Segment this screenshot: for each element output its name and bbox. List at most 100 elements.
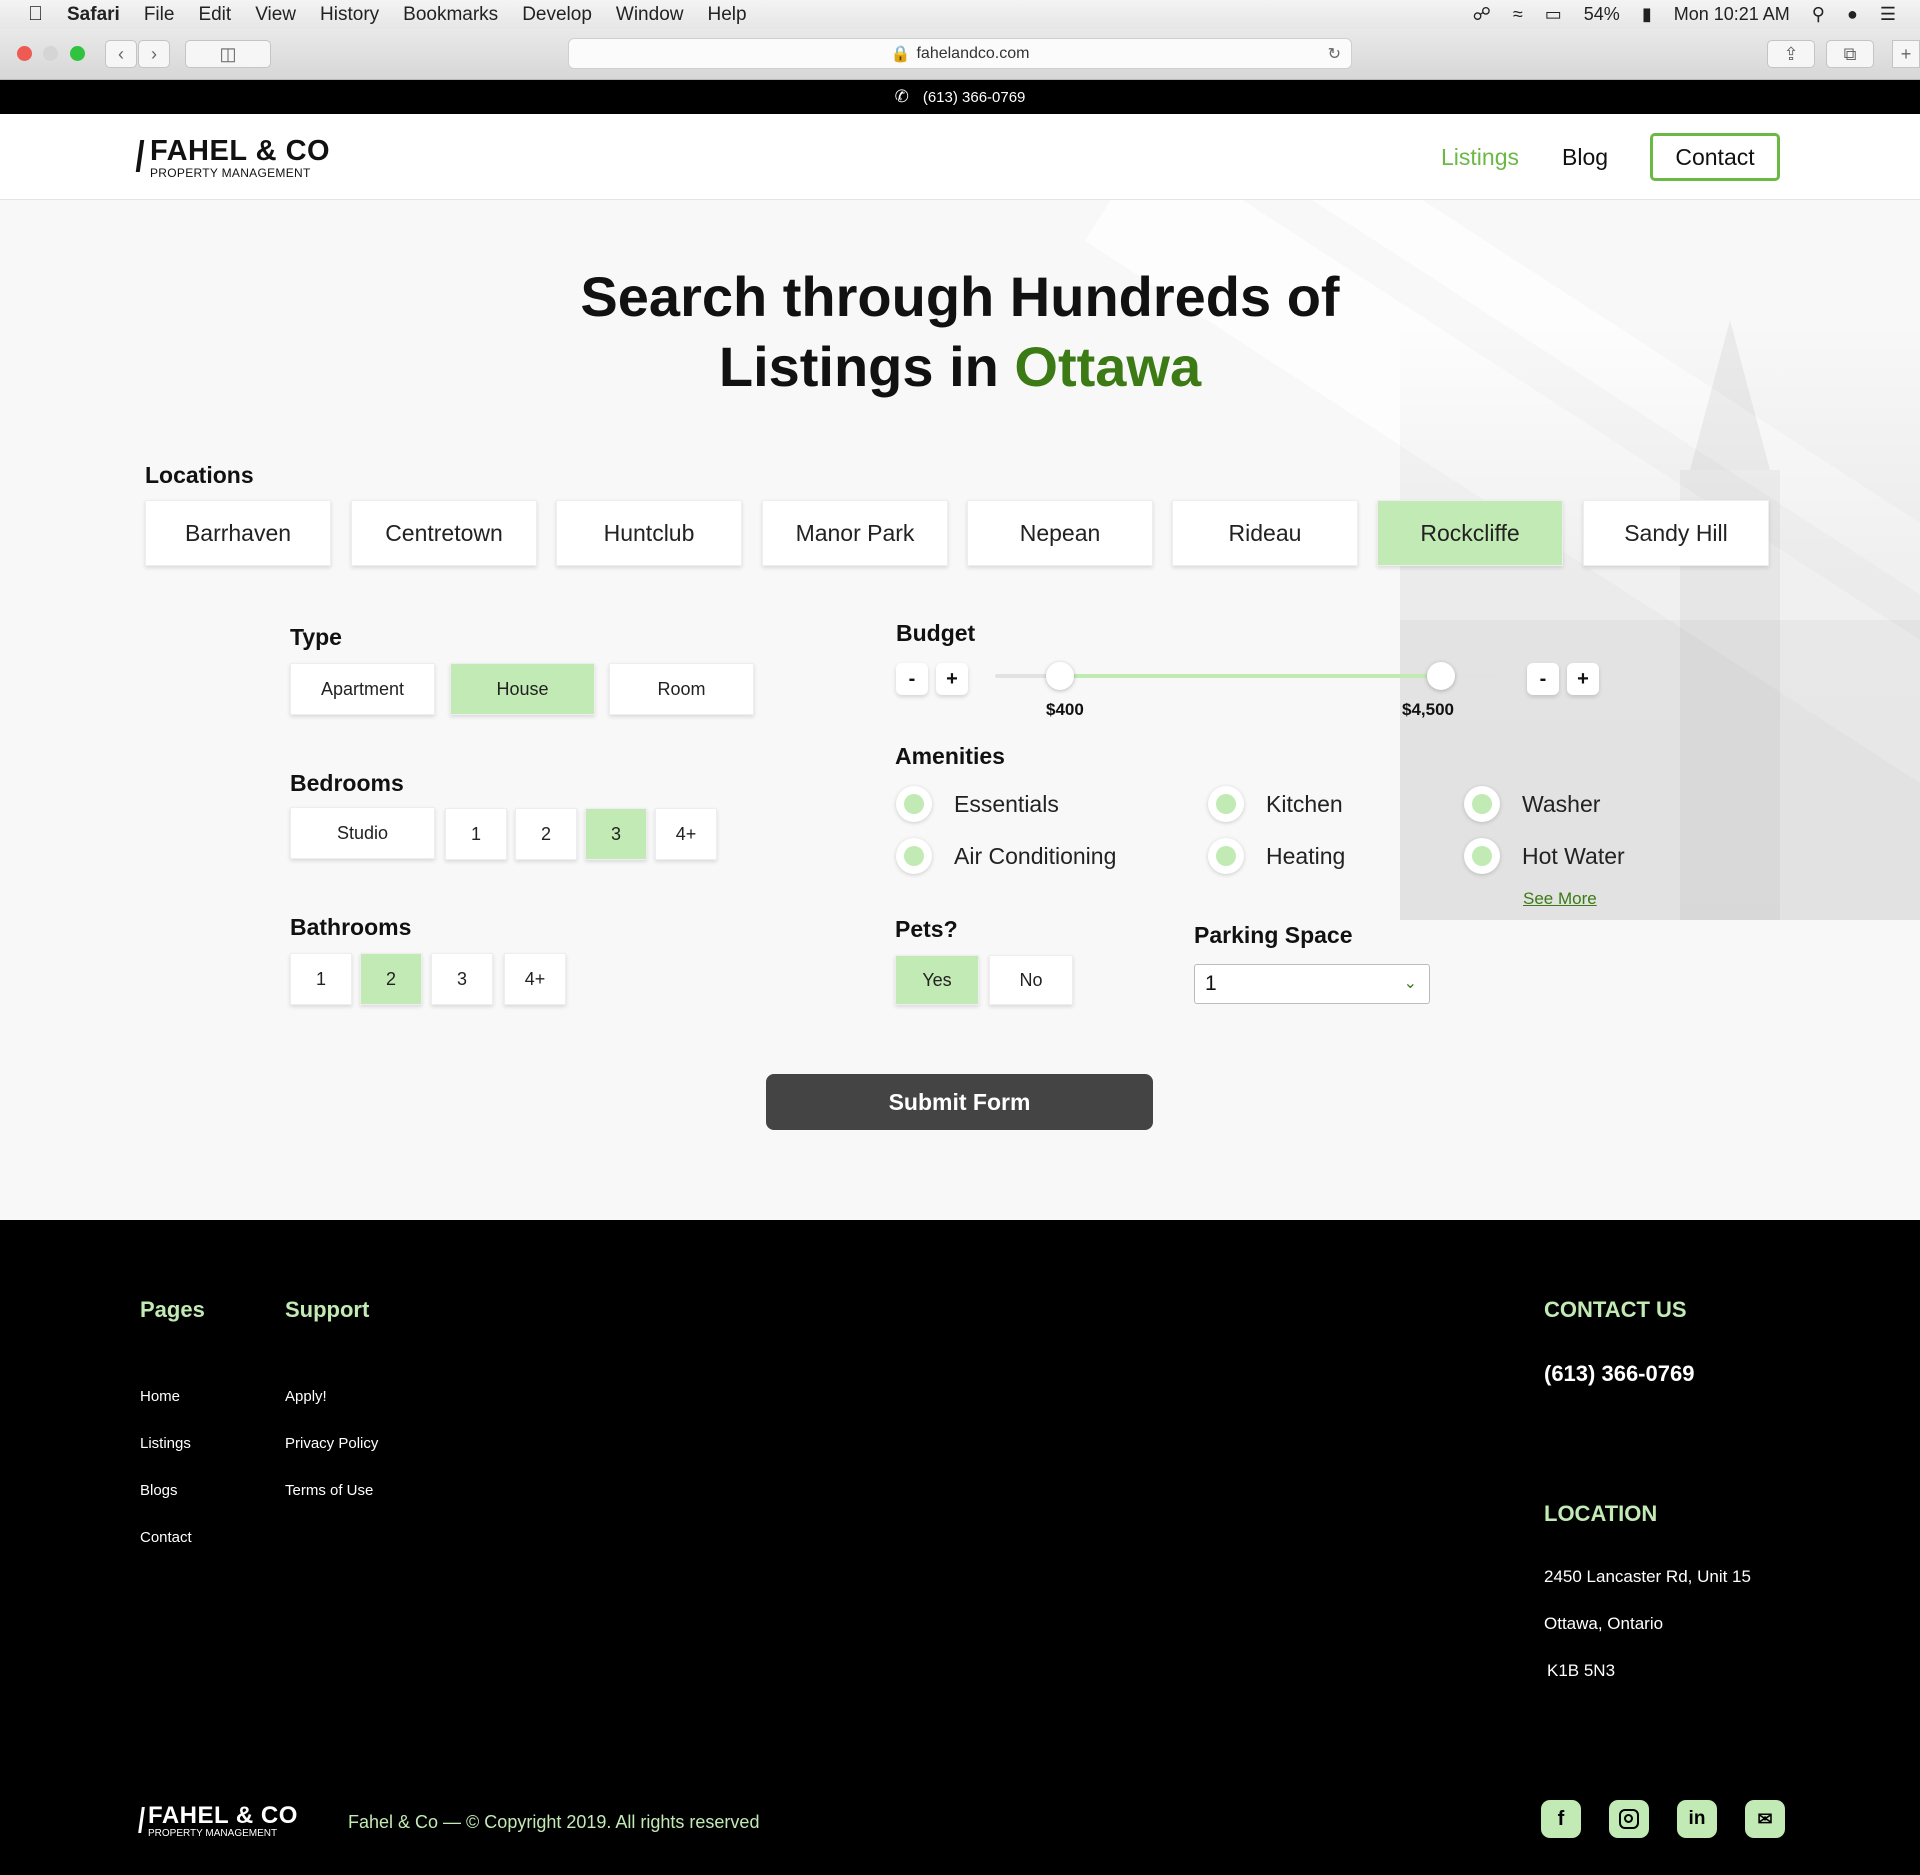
forward-button[interactable]: › — [138, 40, 170, 68]
sidebar-toggle-button[interactable]: ◫ — [185, 40, 271, 68]
bathrooms-2[interactable]: 2 — [360, 953, 422, 1005]
share-button[interactable]: ⇪ — [1767, 40, 1815, 68]
menu-window[interactable]: Window — [616, 4, 684, 26]
footer-link-terms-of-use[interactable]: Terms of Use — [285, 1482, 373, 1499]
pets-yes[interactable]: Yes — [895, 955, 979, 1005]
see-more-link[interactable]: See More — [1523, 889, 1597, 909]
location-nepean[interactable]: Nepean — [967, 500, 1153, 566]
location-sandy-hill[interactable]: Sandy Hill — [1583, 500, 1769, 566]
footer-link-blogs[interactable]: Blogs — [140, 1482, 178, 1499]
close-window-button[interactable] — [17, 46, 32, 61]
budget-min-decrease-button[interactable]: - — [896, 663, 928, 695]
zoom-window-button[interactable] — [70, 46, 85, 61]
linkedin-icon[interactable]: in — [1677, 1800, 1717, 1838]
bedrooms-2[interactable]: 2 — [515, 808, 577, 860]
menu-edit[interactable]: Edit — [198, 4, 231, 26]
headline-city: Ottawa — [1014, 335, 1202, 398]
footer-logo-subtitle: PROPERTY MANAGEMENT — [148, 1828, 278, 1839]
back-button[interactable]: ‹ — [105, 40, 137, 68]
footer-link-home[interactable]: Home — [140, 1388, 180, 1405]
parking-select[interactable]: 1 ⌄ — [1194, 964, 1430, 1004]
bedrooms-1[interactable]: 1 — [445, 808, 507, 860]
menu-bookmarks[interactable]: Bookmarks — [403, 4, 498, 26]
amenity-essentials-checkbox[interactable] — [896, 786, 932, 822]
amenity-kitchen-checkbox[interactable] — [1208, 786, 1244, 822]
footer-support-heading: Support — [285, 1297, 370, 1322]
wifi-icon[interactable]: ≈ — [1513, 4, 1523, 25]
amenity-kitchen-label: Kitchen — [1266, 791, 1343, 817]
mail-icon[interactable]: ✉ — [1745, 1800, 1785, 1838]
submit-form-button[interactable]: Submit Form — [766, 1074, 1153, 1130]
nav-blog[interactable]: Blog — [1562, 144, 1608, 171]
facebook-icon[interactable]: f — [1541, 1800, 1581, 1838]
type-house[interactable]: House — [450, 663, 595, 715]
bedrooms-3[interactable]: 3 — [585, 808, 647, 860]
new-tab-button[interactable]: + — [1892, 40, 1920, 68]
clock[interactable]: Mon 10:21 AM — [1674, 4, 1790, 25]
tabs-overview-button[interactable]: ⧉ — [1826, 40, 1874, 68]
type-apartment[interactable]: Apartment — [290, 663, 435, 715]
apple-menu-icon[interactable]:  — [28, 3, 43, 26]
footer-location-heading: LOCATION — [1544, 1501, 1658, 1526]
footer-link-listings[interactable]: Listings — [140, 1435, 191, 1452]
bathrooms-1[interactable]: 1 — [290, 953, 352, 1005]
battery-icon[interactable]: ▮ — [1642, 4, 1652, 25]
search-section: Search through Hundreds of Listings in O… — [0, 200, 1920, 1220]
top-phone-number[interactable]: (613) 366-0769 — [923, 89, 1026, 106]
menu-help[interactable]: Help — [707, 4, 746, 26]
amenity-heating-checkbox[interactable] — [1208, 838, 1244, 874]
footer-link-apply[interactable]: Apply! — [285, 1388, 327, 1405]
footer-phone[interactable]: (613) 366-0769 — [1544, 1361, 1694, 1387]
menu-history[interactable]: History — [320, 4, 379, 26]
location-centretown[interactable]: Centretown — [351, 500, 537, 566]
instagram-icon[interactable] — [1609, 1800, 1649, 1838]
amenity-essentials-label: Essentials — [954, 791, 1059, 817]
phone-icon: ✆ — [894, 87, 909, 106]
budget-min-handle[interactable] — [1046, 662, 1074, 690]
siri-icon[interactable]: ● — [1847, 4, 1858, 25]
bedrooms-4plus[interactable]: 4+ — [655, 808, 717, 860]
bedrooms-studio[interactable]: Studio — [290, 807, 435, 859]
address-bar[interactable]: 🔒 fahelandco.com ↻ — [568, 38, 1352, 69]
bathrooms-4plus[interactable]: 4+ — [504, 953, 566, 1005]
location-rideau[interactable]: Rideau — [1172, 500, 1358, 566]
amenity-air-conditioning-checkbox[interactable] — [896, 838, 932, 874]
location-rockcliffe[interactable]: Rockcliffe — [1377, 500, 1563, 566]
nav-listings[interactable]: Listings — [1441, 144, 1519, 171]
budget-max-handle[interactable] — [1427, 662, 1455, 690]
budget-min-increase-button[interactable]: + — [936, 663, 968, 695]
footer-logo[interactable]: FAHEL & CO PROPERTY MANAGEMENT — [138, 1804, 298, 1839]
creative-cloud-icon[interactable]: ☍ — [1473, 4, 1491, 25]
menu-develop[interactable]: Develop — [522, 4, 592, 26]
macos-menubar:  Safari File Edit View History Bookmark… — [0, 0, 1920, 29]
footer-link-contact[interactable]: Contact — [140, 1529, 192, 1546]
pets-no[interactable]: No — [989, 955, 1073, 1005]
menu-app-name[interactable]: Safari — [67, 4, 120, 26]
bathrooms-3[interactable]: 3 — [431, 953, 493, 1005]
location-huntclub[interactable]: Huntclub — [556, 500, 742, 566]
locations-label: Locations — [145, 462, 254, 488]
budget-max-increase-button[interactable]: + — [1567, 663, 1599, 695]
location-manor-park[interactable]: Manor Park — [762, 500, 948, 566]
pets-label: Pets? — [895, 916, 958, 942]
menu-view[interactable]: View — [255, 4, 296, 26]
minimize-window-button[interactable] — [43, 46, 58, 61]
battery-percent[interactable]: 54% — [1584, 4, 1620, 25]
site-header: FAHEL & CO PROPERTY MANAGEMENT Listings … — [0, 114, 1920, 200]
footer-address-line1: 2450 Lancaster Rd, Unit 15 — [1544, 1567, 1751, 1586]
location-barrhaven[interactable]: Barrhaven — [145, 500, 331, 566]
menu-file[interactable]: File — [144, 4, 175, 26]
reload-icon[interactable]: ↻ — [1328, 44, 1341, 64]
amenity-hot-water-checkbox[interactable] — [1464, 838, 1500, 874]
amenity-washer-checkbox[interactable] — [1464, 786, 1500, 822]
lock-icon: 🔒 — [890, 45, 911, 63]
budget-max-decrease-button[interactable]: - — [1527, 663, 1559, 695]
site-logo[interactable]: FAHEL & CO PROPERTY MANAGEMENT — [135, 136, 330, 180]
footer-link-privacy-policy[interactable]: Privacy Policy — [285, 1435, 378, 1452]
airplay-icon[interactable]: ▭ — [1545, 4, 1562, 25]
type-room[interactable]: Room — [609, 663, 754, 715]
headline-line2: Listings in Ottawa — [0, 332, 1920, 402]
spotlight-search-icon[interactable]: ⚲ — [1812, 4, 1825, 25]
nav-contact-button[interactable]: Contact — [1650, 133, 1780, 181]
notification-center-icon[interactable]: ☰ — [1880, 4, 1896, 25]
